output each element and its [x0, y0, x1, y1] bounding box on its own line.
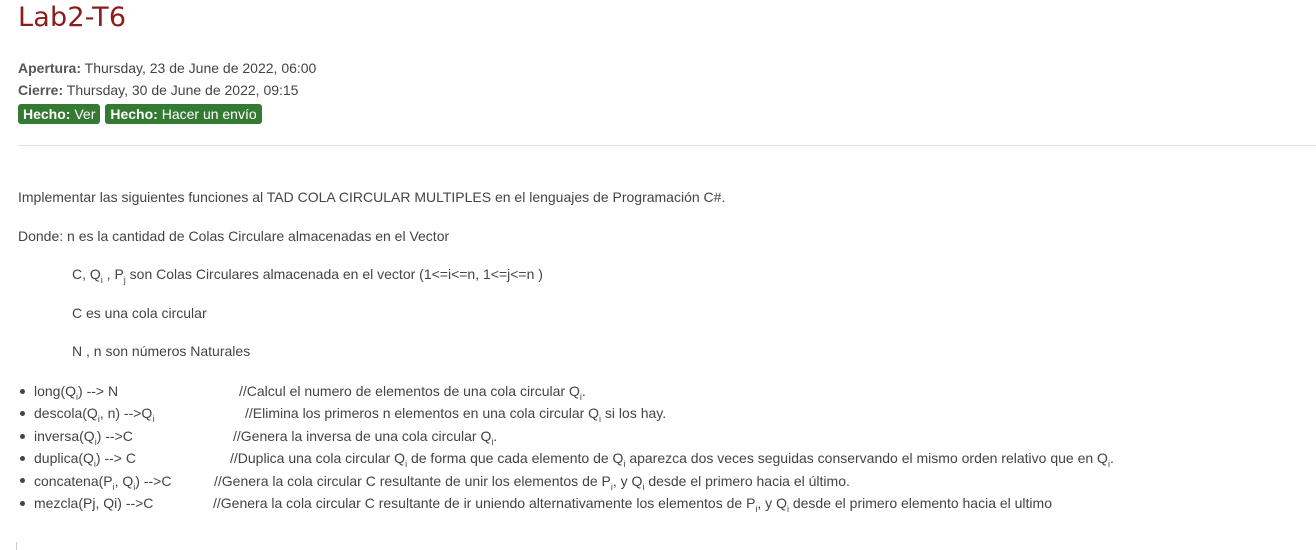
intro-text: Implementar las siguientes funciones al … [18, 189, 726, 205]
bullet [20, 388, 25, 394]
list-item: duplica(Qi) --> C//Duplica una cola circ… [18, 447, 1114, 469]
queues-definition: C, Qi , Pj son Colas Circulares almacena… [72, 266, 543, 285]
badge-label: Hecho: [23, 106, 71, 122]
opening-label: Apertura: [18, 60, 82, 76]
badge-value: Ver [74, 106, 96, 122]
badge-value: Hacer un envío [161, 106, 257, 122]
activity-dates: Apertura: Thursday, 23 de June de 2022, … [18, 57, 316, 101]
closing-label: Cierre: [18, 82, 64, 98]
opening-value: Thursday, 23 de June de 2022, 06:00 [84, 60, 317, 76]
closing-value: Thursday, 30 de June de 2022, 09:15 [66, 82, 299, 98]
completion-badges: Hecho: Ver Hecho: Hacer un envío [18, 104, 262, 124]
page-title: Lab2-T6 [18, 2, 127, 33]
list-item: long(Qi) --> N//Calcul el numero de elem… [18, 380, 586, 402]
bullet [20, 500, 25, 506]
n-definition: N , n son números Naturales [72, 343, 251, 359]
definition-text: , P [102, 266, 124, 282]
function-comment: //Genera la cola circular C resultante d… [213, 494, 1052, 514]
left-border [16, 542, 17, 550]
section-divider [18, 145, 1316, 146]
opening-date: Apertura: Thursday, 23 de June de 2022, … [18, 57, 316, 79]
c-definition: C es una cola circular [72, 305, 207, 321]
completion-badge-view: Hecho: Ver [18, 104, 101, 124]
closing-date: Cierre: Thursday, 30 de June de 2022, 09… [18, 79, 316, 101]
list-item: descola(Qi, n) -->Qi//Elimina los primer… [18, 402, 666, 424]
function-signature: mezcla(Pj, Qi) -->C [34, 494, 154, 511]
completion-badge-submit: Hecho: Hacer un envío [105, 104, 262, 124]
list-item: concatena(Pi, Qi) -->C//Genera la cola c… [18, 470, 850, 492]
badge-label: Hecho: [110, 106, 158, 122]
bullet [20, 455, 25, 461]
definition-text: son Colas Circulares almacenada en el ve… [125, 266, 543, 282]
bullet [20, 411, 25, 417]
list-item: inversa(Qi) -->C//Genera la inversa de u… [18, 425, 497, 447]
where-text: Donde: n es la cantidad de Colas Circula… [18, 228, 450, 244]
list-item: mezcla(Pj, Qi) -->C //Genera la cola circ… [18, 492, 1052, 514]
function-list: long(Qi) --> N//Calcul el numero de elem… [18, 380, 1114, 514]
bullet [20, 478, 25, 484]
bullet [20, 433, 25, 439]
definition-text: C, Q [72, 266, 101, 282]
